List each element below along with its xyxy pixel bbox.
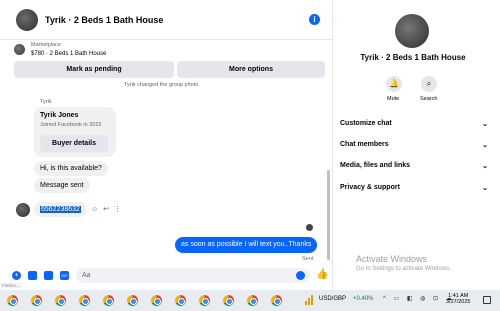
clock[interactable]: 1:41 AM 3/27/2025: [446, 293, 470, 305]
chrome-icon[interactable]: [31, 295, 42, 306]
group-photo-note: Tyrik changed the group photo.: [124, 82, 200, 88]
chat-title[interactable]: Tyrik · 2 Beds 1 Bath House: [45, 15, 163, 25]
search-icon[interactable]: ⌕: [421, 76, 437, 92]
section-customize-chat[interactable]: Customize chat ⌄: [340, 120, 488, 128]
reply-icon[interactable]: ↩: [103, 206, 109, 213]
thumbs-up-icon[interactable]: 👍: [316, 269, 328, 280]
chevron-down-icon: ⌄: [482, 142, 488, 149]
composer: + GIF Aa 👍: [0, 266, 333, 286]
ticker-label[interactable]: USD/GBP: [319, 296, 346, 302]
watermark-title: Activate Windows: [356, 254, 428, 264]
section-media-files[interactable]: Media, files and links ⌄: [340, 162, 488, 170]
more-icon[interactable]: ⋮: [114, 206, 121, 213]
marketplace-label: Marketplace: [31, 42, 61, 48]
profile-name[interactable]: Tyrik Jones: [40, 112, 78, 119]
mark-pending-button[interactable]: Mark as pending: [14, 61, 174, 78]
activate-windows-watermark: Activate Windows Go to Settings to activ…: [356, 254, 451, 272]
chrome-icon[interactable]: [55, 295, 66, 306]
section-privacy-support[interactable]: Privacy & support ⌄: [340, 184, 488, 192]
message-input[interactable]: Aa: [76, 268, 310, 283]
scrollbar[interactable]: [327, 170, 330, 260]
sticker-icon[interactable]: [44, 271, 53, 280]
chevron-down-icon: ⌄: [482, 185, 488, 192]
chrome-icon[interactable]: [127, 295, 138, 306]
chrome-icon[interactable]: [271, 295, 282, 306]
taskbar-tooltip: Firefox...: [0, 283, 22, 288]
emoji-icon[interactable]: [296, 271, 305, 280]
chrome-icon[interactable]: [247, 295, 258, 306]
sender-name: Tyrik: [40, 99, 52, 105]
notification-icon[interactable]: [483, 296, 491, 304]
message-bubble[interactable]: 6562238632: [34, 202, 87, 217]
system-tray[interactable]: ^ ▭ ◧ ◍ ⊡ ☁: [383, 295, 455, 302]
chrome-icon[interactable]: [199, 295, 210, 306]
watermark-subtitle: Go to Settings to activate Windows.: [356, 266, 451, 272]
section-label: Media, files and links: [340, 162, 411, 169]
section-label: Chat members: [340, 141, 389, 148]
chart-icon[interactable]: [304, 295, 314, 305]
info-icon[interactable]: i: [309, 14, 320, 25]
message-bubble-outgoing[interactable]: as soon as possible I will text you..Tha…: [175, 237, 318, 253]
sent-status: Sent: [302, 256, 314, 262]
chrome-icon[interactable]: [79, 295, 90, 306]
profile-joined: Joined Facebook in 2022: [40, 122, 102, 128]
section-label: Customize chat: [340, 120, 392, 127]
section-chat-members[interactable]: Chat members ⌄: [340, 141, 488, 149]
panel-title: Tyrik · 2 Beds 1 Bath House: [360, 53, 466, 62]
chevron-down-icon: ⌄: [482, 163, 488, 170]
chrome-icon[interactable]: [175, 295, 186, 306]
chat-pane: Tyrik · 2 Beds 1 Bath House i Marketplac…: [0, 0, 333, 290]
listing-title[interactable]: $780 · 2 Beds 1 Bath House: [31, 51, 106, 57]
more-options-button[interactable]: More options: [177, 61, 325, 78]
bell-icon[interactable]: 🔔: [386, 76, 402, 92]
gif-icon[interactable]: GIF: [60, 271, 69, 280]
chrome-icon[interactable]: [223, 295, 234, 306]
avatar[interactable]: [16, 203, 30, 217]
chevron-down-icon: ⌄: [482, 121, 488, 128]
message-bubble[interactable]: Message sent: [34, 178, 90, 193]
chrome-icon[interactable]: [103, 295, 114, 306]
selected-phone-number[interactable]: 6562238632: [40, 206, 81, 213]
clock-date: 3/27/2025: [446, 299, 471, 305]
mute-label: Mute: [387, 96, 400, 102]
chrome-icon[interactable]: [151, 295, 162, 306]
listing-thumbnail[interactable]: [14, 44, 25, 55]
avatar[interactable]: [16, 8, 38, 31]
profile-card: Tyrik Jones Joined Facebook in 2022 Buye…: [34, 107, 116, 157]
section-label: Privacy & support: [340, 184, 400, 191]
avatar[interactable]: [395, 14, 429, 48]
chat-header: Tyrik · 2 Beds 1 Bath House: [0, 0, 333, 40]
plus-icon[interactable]: +: [12, 271, 21, 280]
chrome-icon[interactable]: [7, 295, 18, 306]
search-label: Search: [420, 96, 438, 102]
ticker-change[interactable]: +0.40%: [353, 296, 374, 302]
photo-icon[interactable]: [28, 271, 37, 280]
message-bubble[interactable]: Hi, is this available?: [34, 161, 108, 176]
seen-avatar: [306, 224, 313, 231]
buyer-details-button[interactable]: Buyer details: [40, 135, 108, 152]
react-icon[interactable]: ☺: [91, 206, 98, 213]
message-actions: ☺ ↩ ⋮: [91, 205, 126, 213]
